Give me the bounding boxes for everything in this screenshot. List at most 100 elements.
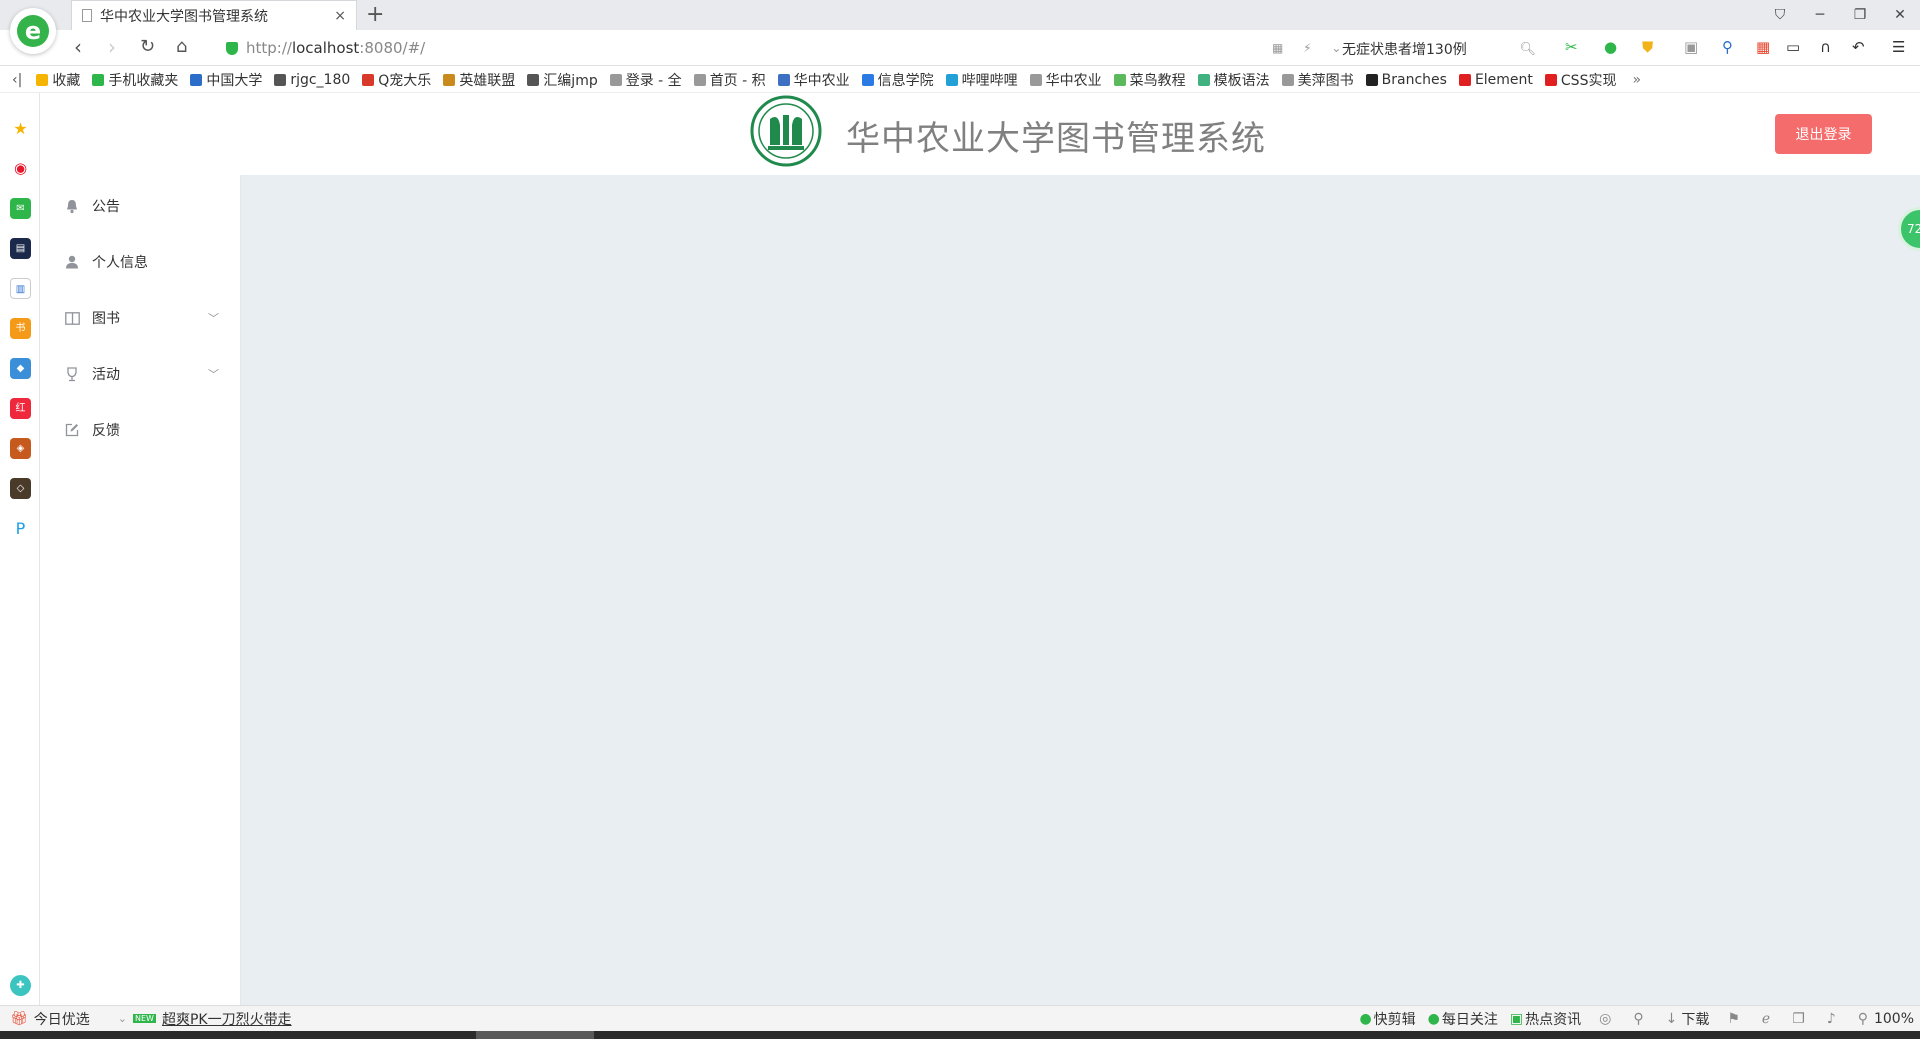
translate-icon[interactable]: ● [1604,38,1617,56]
news-badge: NEW [133,1014,156,1023]
menu-icon[interactable]: ☰ [1892,38,1905,56]
cq-icon [861,73,874,86]
tab-close-icon[interactable]: × [334,8,346,24]
window-controls: ⛉ ─ ❐ ✕ [1760,0,1920,30]
bookmark-item[interactable]: Branches [1365,72,1447,88]
document-icon[interactable]: ▥ [10,278,31,299]
search-icon[interactable]: 🔍︎ [1519,42,1536,57]
back-icon[interactable]: ‹ [74,36,82,58]
bookmark-item[interactable]: 美萍图书 [1281,70,1354,90]
bookmark-item[interactable]: 汇编jmp [527,70,598,90]
bookmark-item[interactable]: 收藏 [36,70,80,90]
status-item-daily[interactable]: 每日关注 [1442,1009,1498,1029]
menu-item-label: 活动 [92,367,120,383]
bookmark-label: rjgc_180 [290,71,351,88]
restore-icon[interactable]: ❐ [1840,0,1880,30]
new-tab-button[interactable]: + [366,2,384,27]
bookmark-item[interactable]: Q宠大乐 [362,70,431,90]
chevron-down-icon: ⌄ [117,1012,127,1025]
pin-icon[interactable]: ⚲ [1633,1011,1643,1027]
bookmark-item[interactable]: Element [1458,71,1533,88]
taskbar-active-item[interactable] [476,1031,594,1039]
svg-text:e: e [25,17,41,45]
xiaohongshu-icon[interactable]: 红 [10,398,31,419]
skin-icon[interactable]: ⛉ [1760,0,1800,30]
bookmark-item[interactable]: 登录 - 全 [609,70,682,90]
c-icon [1544,73,1557,86]
university-emblem-icon [750,95,822,167]
bookmark-item[interactable]: 信息学院 [861,70,934,90]
window-icon[interactable]: ❐ [1792,1011,1805,1027]
home-icon[interactable]: ⌂ [176,36,187,58]
bookmark-label: 模板语法 [1213,72,1270,89]
bookmark-item[interactable]: 首页 - 积 [693,70,766,90]
ie-icon[interactable]: ℯ [1762,1011,1770,1027]
p-app-icon[interactable]: P [10,518,31,539]
bookmark-item[interactable]: 华中农业 [777,70,850,90]
menu-item-activities[interactable]: 活动 ﹀ [41,346,241,402]
bookmarks-more-icon[interactable]: » [1632,72,1641,88]
magnifier-ext-icon[interactable]: ⚲ [1722,38,1733,56]
sidebar-toggle-icon[interactable]: ‹| [12,72,22,88]
game3-app-icon[interactable]: ◇ [10,478,31,499]
weibo-icon[interactable]: ◉ [10,158,31,179]
bookmark-item[interactable]: rjgc_180 [274,72,350,88]
search-input[interactable]: 无症状患者增130例 🔍︎ [1342,38,1536,60]
menu-item-feedback[interactable]: 反馈 [41,402,241,458]
reload-icon[interactable]: ↻ [140,36,155,58]
game2-app-icon[interactable]: ◈ [10,438,31,459]
browser-logo-icon[interactable]: e [10,8,56,54]
bookmark-item[interactable]: 英雄联盟 [443,70,515,90]
url-host: localhost [291,39,360,57]
minimize-icon[interactable]: ─ [1800,0,1840,30]
chevron-down-icon: ﹀ [208,368,219,381]
sound-icon[interactable]: ♪ [1827,1011,1836,1027]
browser-status-bar: 🎁︎ 今日优选 ⌄ NEW 超爽PK一刀烈火带走 ● 快剪辑 ● 每日关注 ▣ … [0,1005,1920,1031]
bookmark-item[interactable]: 华中农业 [1029,70,1102,90]
zoom-level[interactable]: 100% [1874,1011,1914,1027]
logout-button[interactable]: 退出登录 [1775,114,1872,154]
flag-icon[interactable]: ⚑ [1727,1011,1740,1027]
shield-ext-icon[interactable]: ⛊ [1642,38,1653,56]
browser-tab[interactable]: 华中农业大学图书管理系统 × [71,0,357,30]
menu-item-profile[interactable]: 个人信息 [41,234,241,290]
url-scheme: http:// [246,39,292,57]
bookmark-item[interactable]: 模板语法 [1197,70,1270,90]
favorites-icon[interactable]: ★ [10,118,31,139]
apps-icon[interactable]: ▦ [1756,38,1770,56]
today-picks-link[interactable]: 今日优选 [34,1009,90,1029]
bookmark-label: 登录 - 全 [625,72,682,89]
status-item-quick-edit[interactable]: 快剪辑 [1374,1009,1416,1029]
forward-icon[interactable]: › [108,36,116,58]
bookmark-label: Element [1474,71,1533,88]
news-ticker-link[interactable]: 超爽PK一刀烈火带走 [162,1009,292,1029]
scholar-icon [274,73,287,86]
menu-item-announcement[interactable]: 公告 [41,178,241,234]
image-ext-icon[interactable]: ▣ [1684,38,1698,56]
novel-app-icon[interactable]: 书 [10,318,31,339]
mail-icon[interactable]: ✉ [10,198,31,219]
download-button[interactable]: 下载 [1681,1009,1709,1029]
url-tools-icon[interactable]: ▦ ⚡ ⌄ [1272,41,1349,55]
bookmark-label: 菜鸟教程 [1129,72,1186,89]
bookmark-item[interactable]: 哔哩哔哩 [945,70,1018,90]
scissors-icon[interactable]: ✂ [1565,38,1578,56]
sidebar-settings-icon[interactable]: ✚ [10,975,31,996]
secure-shield-icon [226,41,238,55]
bookmark-item[interactable]: 中国大学 [190,70,262,90]
news-app-icon[interactable]: ▤ [10,238,31,259]
status-item-hot-news[interactable]: 热点资讯 [1525,1009,1581,1029]
close-window-icon[interactable]: ✕ [1880,0,1920,30]
headphones-icon[interactable]: ∩ [1820,38,1831,56]
speed-icon[interactable]: ◎ [1599,1011,1611,1027]
bookmark-item[interactable]: 手机收藏夹 [92,70,178,90]
bookmark-item[interactable]: 菜鸟教程 [1113,70,1186,90]
undo-icon[interactable]: ↶ [1852,38,1865,56]
game-app-icon[interactable]: ◆ [10,358,31,379]
url-field[interactable]: http://localhost:8080/#/ [226,33,1316,63]
bookmark-label: 英雄联盟 [459,72,516,89]
menu-item-books[interactable]: 图书 ﹀ [41,290,241,346]
bookmark-label: 汇编jmp [543,72,598,89]
bookmark-item[interactable]: CSS实现 [1544,70,1616,90]
battery-icon[interactable]: ▭ [1786,38,1800,56]
